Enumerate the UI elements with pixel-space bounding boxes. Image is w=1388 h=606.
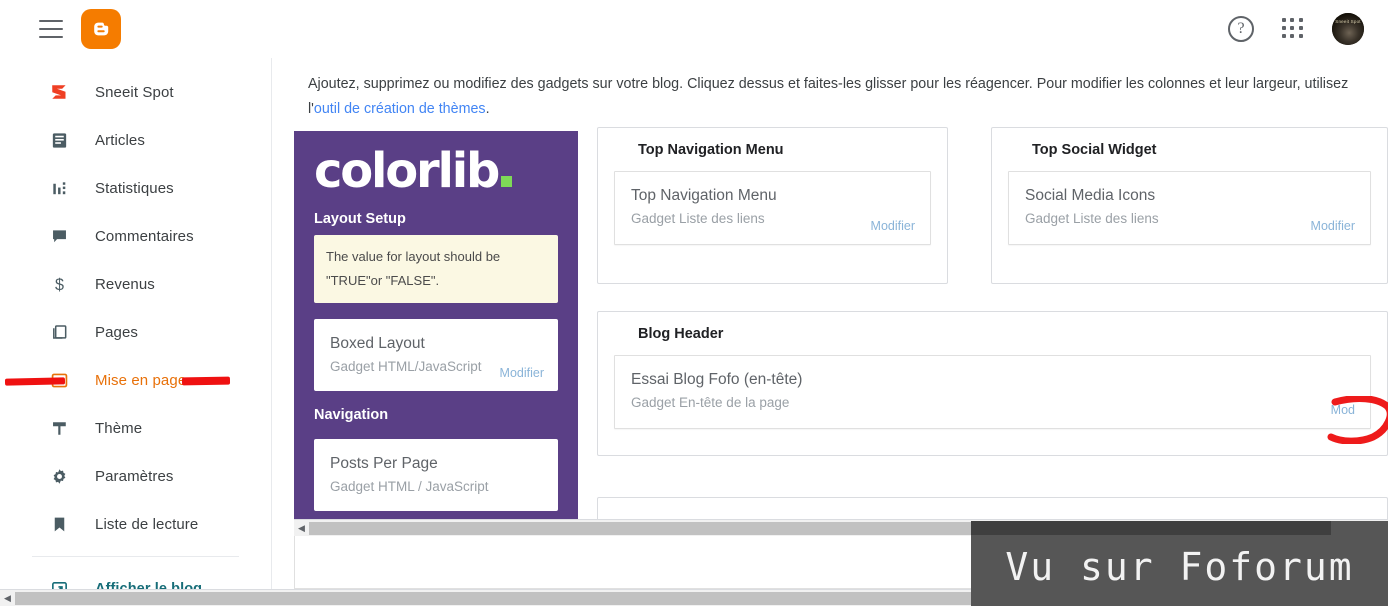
preview-section-title-layout-setup: Layout Setup — [314, 211, 406, 227]
theme-brush-icon — [48, 417, 70, 439]
gadget-title: Essai Blog Fofo (en-tête) — [631, 371, 803, 388]
scrollbar-thumb[interactable] — [309, 521, 578, 535]
sidebar-item-revenus[interactable]: $ Revenus — [0, 260, 271, 308]
sidebar-nav: Sneeit Spot Articles Statistiques Commen… — [0, 58, 272, 606]
gadget-subtitle: Gadget En-tête de la page — [631, 395, 790, 410]
colorlib-dot-icon — [501, 176, 513, 187]
sidebar-item-parametres[interactable]: Paramètres — [0, 452, 271, 500]
sidebar-item-articles[interactable]: Articles — [0, 116, 271, 164]
sidebar-item-label: Pages — [95, 323, 139, 341]
sidebar-item-theme[interactable]: Thème — [0, 404, 271, 452]
gadget-social-media-icons[interactable]: Social Media Icons Gadget Liste des lien… — [1008, 171, 1371, 245]
preview-note-layout-setup: The value for layout should be "TRUE"or … — [314, 235, 558, 303]
layout-editor-area: Top Navigation Menu Top Navigation Menu … — [578, 125, 1388, 521]
scrollbar-thumb[interactable] — [15, 591, 1098, 605]
top-app-bar: ? Sneeit Spot — [0, 0, 1388, 58]
gadget-blog-header[interactable]: Essai Blog Fofo (en-tête) Gadget En-tête… — [614, 355, 1371, 429]
pages-stack-icon — [48, 321, 70, 343]
sidebar-divider — [32, 556, 239, 557]
blog-preview-panel: colorlib Layout Setup The value for layo… — [294, 131, 578, 521]
sidebar-item-label: Paramètres — [95, 467, 174, 485]
help-question-icon[interactable]: ? — [1228, 15, 1254, 42]
layout-section-next — [597, 497, 1388, 521]
section-title: Top Navigation Menu — [638, 142, 784, 158]
gear-icon — [48, 465, 70, 487]
colorlib-brand-text: colorlib — [314, 143, 500, 199]
watermark-text: Vu sur Foforum — [1005, 544, 1354, 589]
apps-grid-icon[interactable] — [1282, 17, 1304, 40]
page-description: Ajoutez, supprimez ou modifiez des gadge… — [308, 72, 1364, 122]
bookmark-icon — [48, 513, 70, 535]
top-bar-actions: ? Sneeit Spot — [1228, 12, 1364, 45]
theme-designer-link[interactable]: outil de création de thèmes — [314, 101, 486, 117]
bar-chart-icon — [48, 177, 70, 199]
gadget-title: Posts Per Page — [330, 455, 438, 472]
sidebar-item-mise-en-page[interactable]: Mise en page — [0, 356, 271, 404]
sidebar-item-label: Revenus — [95, 275, 155, 293]
gadget-subtitle: Gadget HTML / JavaScript — [330, 479, 489, 494]
gadget-top-navigation-menu[interactable]: Top Navigation Menu Gadget Liste des lie… — [614, 171, 931, 245]
preview-horizontal-scrollbar[interactable]: ◀ — [294, 519, 578, 536]
dollar-sign-icon: $ — [48, 273, 70, 295]
layout-section-top-social-widget: Top Social Widget Social Media Icons Gad… — [991, 127, 1388, 284]
preview-gadget-boxed-layout[interactable]: Boxed Layout Gadget HTML/JavaScript Modi… — [314, 319, 558, 391]
sidebar-item-liste-de-lecture[interactable]: Liste de lecture — [0, 500, 271, 548]
colorlib-brand-logo: colorlib — [314, 147, 513, 195]
annotation-highlight-right — [181, 376, 231, 386]
layout-section-blog-header: Blog Header Essai Blog Fofo (en-tête) Ga… — [597, 311, 1388, 456]
sidebar-item-label: Liste de lecture — [95, 515, 199, 533]
scroll-left-arrow-icon[interactable]: ◀ — [294, 521, 309, 536]
sidebar-item-commentaires[interactable]: Commentaires — [0, 212, 271, 260]
sidebar-item-sneeit-spot[interactable]: Sneeit Spot — [0, 68, 271, 116]
gadget-edit-link[interactable]: Modifier — [500, 366, 544, 380]
avatar-label: Sneeit Spot — [1335, 18, 1361, 24]
description-text-after: . — [485, 101, 490, 117]
hamburger-menu-icon[interactable] — [39, 19, 63, 38]
sidebar-item-label: Sneeit Spot — [95, 83, 174, 101]
comment-bubble-icon — [48, 225, 70, 247]
sidebar-item-label: Thème — [95, 419, 143, 437]
svg-text:$: $ — [55, 276, 64, 294]
gadget-edit-link[interactable]: Mod — [1331, 403, 1355, 417]
gadget-subtitle: Gadget Liste des liens — [1025, 211, 1159, 226]
section-title: Blog Header — [638, 326, 724, 342]
gadget-edit-link[interactable]: Modifier — [1311, 219, 1355, 233]
sidebar-item-label: Statistiques — [95, 179, 174, 197]
scroll-left-arrow-icon[interactable]: ◀ — [0, 591, 15, 606]
section-title: Top Social Widget — [1032, 142, 1157, 158]
annotation-highlight-left — [4, 377, 66, 386]
layout-section-top-navigation-menu: Top Navigation Menu Top Navigation Menu … — [597, 127, 948, 284]
watermark-overlay: Vu sur Foforum — [971, 521, 1388, 606]
sidebar-item-pages[interactable]: Pages — [0, 308, 271, 356]
gadget-title: Top Navigation Menu — [631, 187, 777, 204]
sneeit-s-logo-icon — [48, 81, 70, 103]
avatar[interactable]: Sneeit Spot — [1332, 12, 1364, 45]
help-glyph: ? — [1237, 19, 1245, 37]
watermark-strip — [971, 521, 1331, 535]
gadget-title: Boxed Layout — [330, 335, 425, 352]
blogger-layout-page: ? Sneeit Spot Sneeit Spot Articles Stati… — [0, 0, 1388, 606]
gadget-title: Social Media Icons — [1025, 187, 1156, 204]
preview-section-title-navigation: Navigation — [314, 407, 389, 423]
sidebar-item-label: Mise en page — [95, 371, 187, 389]
gadget-edit-link[interactable]: Modifier — [871, 219, 915, 233]
avatar-image — [1332, 12, 1364, 45]
sidebar-item-label: Commentaires — [95, 227, 194, 245]
blogger-logo-icon[interactable] — [81, 8, 121, 49]
preview-gadget-posts-per-page[interactable]: Posts Per Page Gadget HTML / JavaScript — [314, 439, 558, 511]
article-list-icon — [48, 129, 70, 151]
sidebar-item-statistiques[interactable]: Statistiques — [0, 164, 271, 212]
sidebar-item-label: Articles — [95, 131, 145, 149]
